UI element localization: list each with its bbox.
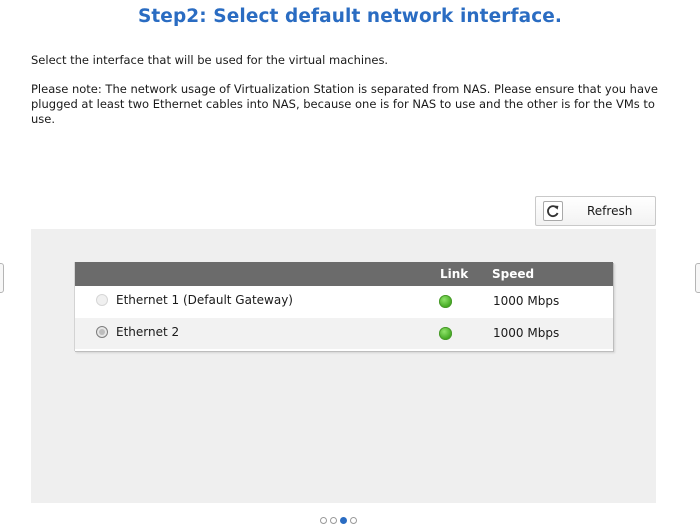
pager-dot[interactable]	[320, 517, 327, 524]
column-header-speed: Speed	[492, 267, 535, 281]
refresh-icon	[543, 201, 563, 221]
interface-radio[interactable]	[96, 326, 108, 338]
table-row: Ethernet 1 (Default Gateway) 1000 Mbps	[75, 286, 613, 316]
interface-name: Ethernet 1 (Default Gateway)	[116, 293, 293, 307]
pager-dot[interactable]	[350, 517, 357, 524]
refresh-label: Refresh	[587, 204, 633, 218]
previous-step-arrow[interactable]	[0, 263, 4, 293]
interface-speed: 1000 Mbps	[493, 326, 560, 340]
column-header-link: Link	[440, 267, 469, 281]
interface-panel: Link Speed Ethernet 1 (Default Gateway) …	[31, 229, 656, 503]
interface-name: Ethernet 2	[116, 325, 180, 339]
page-title: Step2: Select default network interface.	[137, 6, 563, 27]
step-pager	[320, 517, 357, 524]
pager-dot[interactable]	[330, 517, 337, 524]
refresh-button[interactable]: Refresh	[535, 196, 656, 226]
pager-dot-active[interactable]	[340, 517, 347, 524]
link-status-icon	[439, 295, 452, 308]
link-status-icon	[439, 327, 452, 340]
interface-speed: 1000 Mbps	[493, 294, 560, 308]
table-header: Link Speed	[75, 262, 613, 286]
interface-table: Link Speed Ethernet 1 (Default Gateway) …	[74, 262, 613, 351]
note-text: Please note: The network usage of Virtua…	[31, 82, 658, 126]
intro-text: Select the interface that will be used f…	[31, 53, 389, 67]
table-row[interactable]: Ethernet 2 1000 Mbps	[75, 318, 613, 349]
interface-radio	[96, 294, 108, 306]
next-step-arrow[interactable]	[695, 263, 700, 293]
